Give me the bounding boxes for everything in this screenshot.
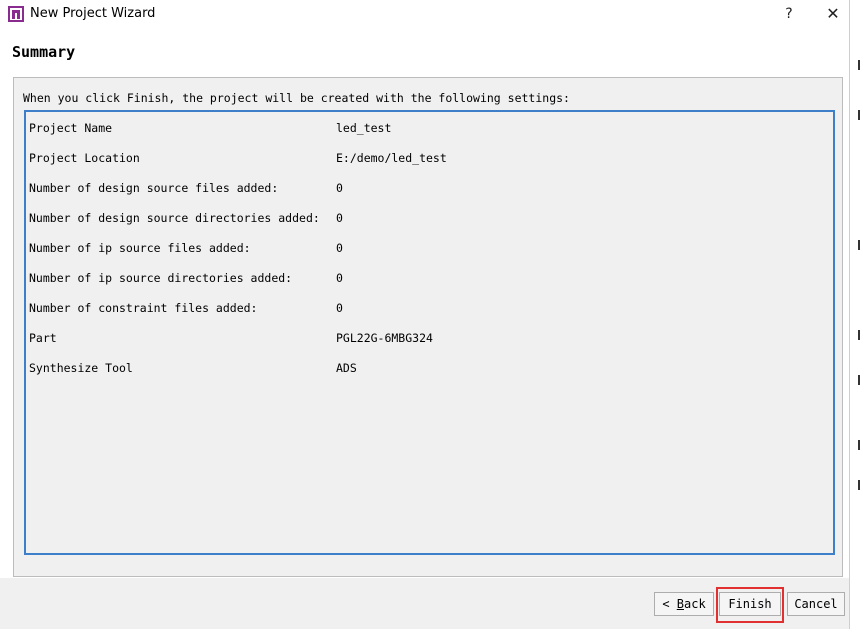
setting-value: 0	[336, 211, 343, 225]
back-button[interactable]: < Back	[654, 592, 714, 616]
close-icon[interactable]: ✕	[818, 2, 848, 26]
settings-row: Synthesize Tool ADS	[26, 361, 833, 379]
setting-value: 0	[336, 301, 343, 315]
settings-row: Number of design source files added: 0	[26, 181, 833, 199]
setting-label: Number of ip source directories added:	[29, 271, 293, 285]
settings-row: Project Name led_test	[26, 121, 833, 139]
page-header: Summary	[0, 30, 849, 72]
help-icon[interactable]: ?	[774, 2, 804, 26]
setting-label: Project Name	[29, 121, 113, 135]
setting-label: Number of constraint files added:	[29, 301, 258, 315]
cancel-button[interactable]: Cancel	[787, 592, 845, 616]
settings-row: Number of ip source files added: 0	[26, 241, 833, 259]
app-logo-icon	[8, 6, 24, 22]
settings-row: Number of ip source directories added: 0	[26, 271, 833, 289]
settings-row: Part PGL22G-6MBG324	[26, 331, 833, 349]
settings-list[interactable]: Project Name led_test Project Location E:/d…	[24, 110, 835, 555]
setting-label: Part	[29, 331, 57, 345]
setting-value: led_test	[336, 121, 392, 135]
finish-button[interactable]: Finish	[719, 592, 781, 616]
wizard-window: New Project Wizard ? ✕ Summary When you …	[0, 0, 849, 629]
setting-label: Number of ip source files added:	[29, 241, 251, 255]
window-title: New Project Wizard	[30, 6, 156, 21]
back-button-mnemonic: B	[676, 597, 684, 611]
title-bar: New Project Wizard ? ✕	[0, 0, 849, 30]
back-button-rest: ack	[684, 597, 706, 611]
back-button-prefix: <	[662, 597, 677, 611]
setting-value: 0	[336, 181, 343, 195]
summary-panel: When you click Finish, the project will …	[13, 77, 843, 577]
setting-label: Number of design source directories adde…	[29, 211, 320, 225]
setting-label: Number of design source files added:	[29, 181, 279, 195]
setting-value: E:/demo/led_test	[336, 151, 447, 165]
background-window-edge	[849, 0, 860, 629]
setting-value: 0	[336, 241, 343, 255]
setting-label: Synthesize Tool	[29, 361, 133, 375]
setting-label: Project Location	[29, 151, 140, 165]
button-bar: < Back Finish Cancel	[0, 578, 849, 629]
settings-row: Number of constraint files added: 0	[26, 301, 833, 319]
settings-row: Number of design source directories adde…	[26, 211, 833, 229]
setting-value: ADS	[336, 361, 357, 375]
setting-value: 0	[336, 271, 343, 285]
setting-value: PGL22G-6MBG324	[336, 331, 433, 345]
settings-row: Project Location E:/demo/led_test	[26, 151, 833, 169]
intro-text: When you click Finish, the project will …	[23, 91, 570, 105]
page-title: Summary	[12, 43, 76, 61]
